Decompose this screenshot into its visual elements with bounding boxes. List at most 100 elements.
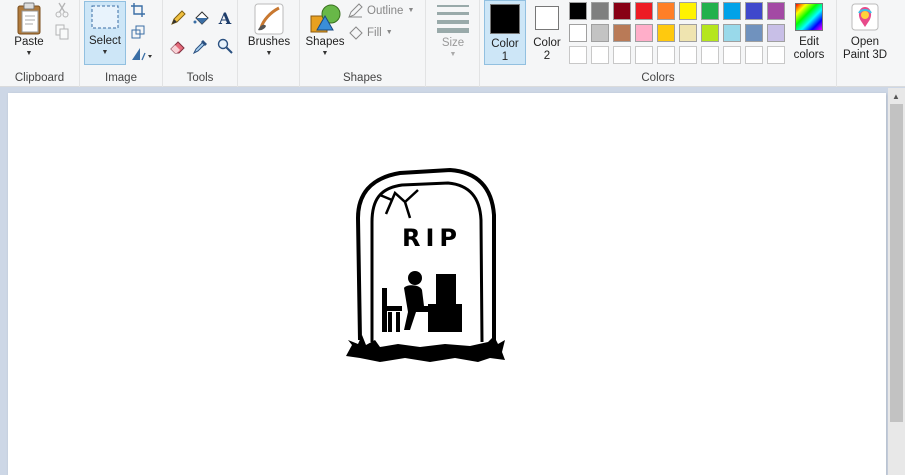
brush-icon bbox=[253, 2, 285, 35]
custom-color-slot[interactable] bbox=[723, 46, 741, 64]
drawing-canvas[interactable]: RIP bbox=[8, 93, 886, 475]
outline-icon bbox=[348, 3, 363, 18]
custom-color-slot[interactable] bbox=[657, 46, 675, 64]
custom-color-slot[interactable] bbox=[591, 46, 609, 64]
pencil-button[interactable] bbox=[168, 8, 188, 28]
paste-dropdown-icon[interactable]: ▼ bbox=[8, 50, 50, 58]
color1-button[interactable]: Color 1 bbox=[484, 0, 526, 65]
shapes-dropdown-icon[interactable]: ▼ bbox=[302, 50, 348, 58]
shapes-group: Shapes ▼ Outline ▼ Fill ▼ Shapes bbox=[300, 0, 426, 87]
palette-swatch[interactable] bbox=[701, 24, 719, 42]
palette-swatch[interactable] bbox=[657, 2, 675, 20]
palette-swatch[interactable] bbox=[723, 2, 741, 20]
outline-button[interactable]: Outline ▼ bbox=[348, 3, 414, 18]
custom-color-slot[interactable] bbox=[767, 46, 785, 64]
color-picker-icon bbox=[193, 40, 207, 54]
brushes-dropdown-icon[interactable]: ▼ bbox=[246, 50, 292, 58]
size-label: Size bbox=[441, 37, 465, 49]
palette-swatch[interactable] bbox=[679, 2, 697, 20]
paint-bucket-icon bbox=[193, 11, 209, 25]
select-button[interactable]: Select ▼ bbox=[84, 1, 126, 65]
fill-button[interactable] bbox=[191, 8, 211, 28]
edit-colors-icon bbox=[795, 3, 823, 31]
vertical-scrollbar[interactable]: ▲ bbox=[888, 88, 905, 475]
open-paint3d-button[interactable]: Open Paint 3D bbox=[841, 3, 889, 62]
color2-number: 2 bbox=[543, 50, 551, 62]
clipboard-label: Clipboard bbox=[14, 72, 65, 84]
color2-button[interactable]: Color 2 bbox=[529, 3, 565, 63]
palette-swatch[interactable] bbox=[635, 24, 653, 42]
fill-shape-button[interactable]: Fill ▼ bbox=[348, 25, 393, 40]
palette-swatch[interactable] bbox=[767, 2, 785, 20]
person-at-computer-icon bbox=[382, 271, 462, 332]
crop-button[interactable] bbox=[128, 0, 148, 20]
size-dropdown-icon: ▼ bbox=[449, 51, 457, 58]
brushes-button[interactable]: Brushes ▼ bbox=[246, 2, 292, 58]
text-tool-icon: A bbox=[218, 8, 232, 28]
edit-colors-button[interactable]: Edit colors bbox=[790, 3, 828, 62]
select-icon bbox=[89, 3, 121, 33]
eraser-icon bbox=[170, 41, 185, 54]
palette-swatch[interactable] bbox=[679, 24, 697, 42]
resize-button[interactable] bbox=[128, 22, 148, 42]
shapes-icon bbox=[309, 2, 341, 34]
scroll-thumb[interactable] bbox=[890, 104, 903, 422]
custom-color-slot[interactable] bbox=[679, 46, 697, 64]
palette-swatch[interactable] bbox=[569, 2, 587, 20]
image-label: Image bbox=[105, 72, 137, 84]
palette-swatch[interactable] bbox=[569, 24, 587, 42]
paste-icon bbox=[13, 2, 45, 35]
copy-icon bbox=[55, 24, 69, 40]
color-picker-button[interactable] bbox=[191, 36, 211, 56]
palette-swatch[interactable] bbox=[657, 24, 675, 42]
copy-button[interactable] bbox=[52, 22, 72, 42]
tools-group: A Tools bbox=[163, 0, 238, 87]
paint3d-line1: Open bbox=[850, 36, 880, 48]
palette-swatch[interactable] bbox=[591, 24, 609, 42]
palette-swatch[interactable] bbox=[635, 2, 653, 20]
size-group: Size ▼ bbox=[426, 0, 480, 87]
color2-swatch bbox=[535, 6, 559, 30]
rotate-button[interactable] bbox=[128, 44, 156, 64]
size-lines-icon bbox=[437, 3, 469, 35]
palette-swatch[interactable] bbox=[613, 2, 631, 20]
rip-text: RIP bbox=[402, 224, 462, 252]
fill-shape-icon bbox=[349, 26, 363, 40]
palette-swatch[interactable] bbox=[745, 2, 763, 20]
scroll-up-icon[interactable]: ▲ bbox=[892, 92, 900, 101]
edit-colors-line1: Edit bbox=[799, 36, 819, 48]
colors-label: Colors bbox=[641, 72, 675, 84]
image-group: Select ▼ Image bbox=[80, 0, 163, 87]
magnifier-icon bbox=[217, 38, 233, 54]
paint3d-group: Open Paint 3D bbox=[837, 0, 905, 87]
select-dropdown-icon[interactable]: ▼ bbox=[85, 49, 125, 57]
paste-button[interactable]: Paste ▼ bbox=[8, 2, 50, 58]
paste-label: Paste bbox=[14, 36, 44, 48]
paint3d-icon bbox=[851, 3, 879, 31]
palette-swatch[interactable] bbox=[767, 24, 785, 42]
crop-icon bbox=[131, 3, 145, 17]
palette-swatch[interactable] bbox=[613, 24, 631, 42]
custom-color-slot[interactable] bbox=[745, 46, 763, 64]
size-button[interactable]: Size ▼ bbox=[434, 3, 472, 59]
magnifier-button[interactable] bbox=[215, 36, 235, 56]
scissors-icon bbox=[55, 2, 69, 18]
outline-dropdown-icon: ▼ bbox=[407, 7, 415, 14]
fill-label: Fill bbox=[367, 26, 382, 39]
shapes-button[interactable]: Shapes ▼ bbox=[302, 2, 348, 58]
pencil-icon bbox=[171, 10, 186, 25]
custom-color-slot[interactable] bbox=[701, 46, 719, 64]
custom-color-slot[interactable] bbox=[613, 46, 631, 64]
custom-color-slot[interactable] bbox=[635, 46, 653, 64]
palette-swatch[interactable] bbox=[723, 24, 741, 42]
edit-colors-line2: colors bbox=[793, 49, 825, 61]
custom-color-slot[interactable] bbox=[569, 46, 587, 64]
text-button[interactable]: A bbox=[215, 8, 235, 28]
brushes-label: Brushes bbox=[247, 36, 291, 48]
color2-word: Color bbox=[533, 37, 561, 49]
cut-button[interactable] bbox=[52, 0, 72, 20]
palette-swatch[interactable] bbox=[701, 2, 719, 20]
palette-swatch[interactable] bbox=[745, 24, 763, 42]
palette-swatch[interactable] bbox=[591, 2, 609, 20]
eraser-button[interactable] bbox=[168, 36, 188, 56]
